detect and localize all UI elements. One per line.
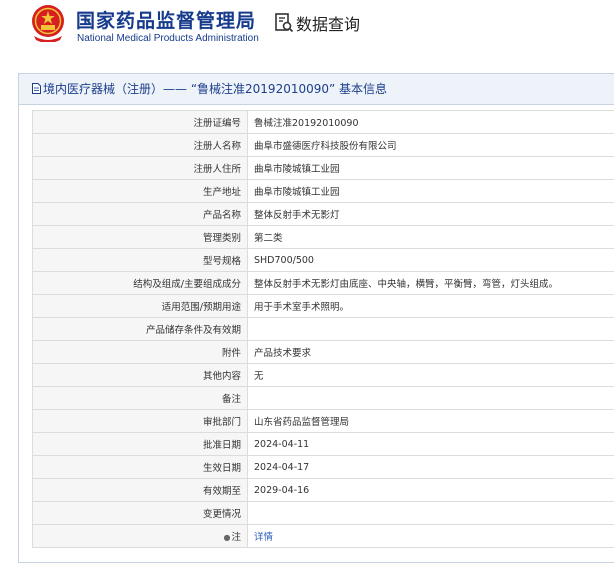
row-value	[248, 387, 614, 410]
data-query-label: 数据查询	[296, 11, 360, 35]
row-label: 注册人住所	[33, 157, 248, 180]
row-value: 详情	[248, 525, 614, 548]
row-label: 注册人名称	[33, 134, 248, 157]
row-value: 无	[248, 364, 614, 387]
table-row: 变更情况	[33, 502, 614, 525]
table-row: 型号规格 SHD700/500	[33, 249, 614, 272]
row-value: 2029-04-16	[248, 479, 614, 502]
row-value: 山东省药品监督管理局	[248, 410, 614, 433]
row-value: 产品技术要求	[248, 341, 614, 364]
row-value: 整体反射手术无影灯	[248, 203, 614, 226]
table-row: 有效期至 2029-04-16	[33, 479, 614, 502]
data-query-link[interactable]: 数据查询	[274, 11, 360, 35]
row-label: 附件	[33, 341, 248, 364]
table-row: 注册证编号 鲁械注准20192010090	[33, 111, 614, 134]
row-value: 2024-04-17	[248, 456, 614, 479]
row-label: 型号规格	[33, 249, 248, 272]
row-label: 适用范围/预期用途	[33, 295, 248, 318]
table-row: 批准日期 2024-04-11	[33, 433, 614, 456]
row-label: 备注	[33, 387, 248, 410]
table-row: 注册人名称 曲阜市盛德医疗科技股份有限公司	[33, 134, 614, 157]
row-label: 批准日期	[33, 433, 248, 456]
row-value	[248, 502, 614, 525]
row-label: 结构及组成/主要组成成分	[33, 272, 248, 295]
row-value: 鲁械注准20192010090	[248, 111, 614, 134]
row-value: 2024-04-11	[248, 433, 614, 456]
row-label-note: ●注	[33, 525, 248, 548]
registration-info-panel: 境内医疗器械（注册）—— “鲁械注准20192010090” 基本信息 注册证编…	[18, 73, 614, 563]
table-row: 产品名称 整体反射手术无影灯	[33, 203, 614, 226]
pin-icon: ●	[224, 533, 231, 542]
row-label: 生产地址	[33, 180, 248, 203]
table-row: ●注 详情	[33, 525, 614, 548]
row-label: 有效期至	[33, 479, 248, 502]
detail-link[interactable]: 详情	[254, 532, 273, 543]
table-row: 生效日期 2024-04-17	[33, 456, 614, 479]
table-row: 备注	[33, 387, 614, 410]
row-label: 变更情况	[33, 502, 248, 525]
panel-title: 境内医疗器械（注册）—— “鲁械注准20192010090” 基本信息	[43, 82, 387, 96]
table-row: 审批部门 山东省药品监督管理局	[33, 410, 614, 433]
row-value	[248, 318, 614, 341]
table-row: 生产地址 曲阜市陵城镇工业园	[33, 180, 614, 203]
row-label: 产品名称	[33, 203, 248, 226]
table-row: 产品储存条件及有效期	[33, 318, 614, 341]
org-name-en: National Medical Products Administration	[77, 33, 259, 44]
row-label: 生效日期	[33, 456, 248, 479]
row-value: 曲阜市盛德医疗科技股份有限公司	[248, 134, 614, 157]
note-label: 注	[231, 532, 241, 543]
row-label: 其他内容	[33, 364, 248, 387]
row-value: 曲阜市陵城镇工业园	[248, 180, 614, 203]
org-name-cn: 国家药品监督管理局	[76, 6, 256, 33]
registration-info-table: 注册证编号 鲁械注准20192010090 注册人名称 曲阜市盛德医疗科技股份有…	[32, 110, 614, 548]
table-row: 注册人住所 曲阜市陵城镇工业园	[33, 157, 614, 180]
row-label: 产品储存条件及有效期	[33, 318, 248, 341]
row-value: 整体反射手术无影灯由底座、中央轴，横臂，平衡臂，弯管，灯头组成。	[248, 272, 614, 295]
row-value: SHD700/500	[248, 249, 614, 272]
panel-title-bar: 境内医疗器械（注册）—— “鲁械注准20192010090” 基本信息	[19, 74, 614, 105]
row-label: 注册证编号	[33, 111, 248, 134]
search-doc-icon	[274, 12, 294, 34]
table-row: 适用范围/预期用途 用于手术室手术照明。	[33, 295, 614, 318]
row-label: 审批部门	[33, 410, 248, 433]
row-value: 曲阜市陵城镇工业园	[248, 157, 614, 180]
national-emblem-icon	[30, 4, 66, 42]
table-row: 附件 产品技术要求	[33, 341, 614, 364]
table-row: 其他内容 无	[33, 364, 614, 387]
site-header: 国家药品监督管理局 National Medical Products Admi…	[0, 0, 614, 66]
document-icon	[32, 83, 41, 94]
row-value: 用于手术室手术照明。	[248, 295, 614, 318]
row-label: 管理类别	[33, 226, 248, 249]
table-row: 结构及组成/主要组成成分 整体反射手术无影灯由底座、中央轴，横臂，平衡臂，弯管，…	[33, 272, 614, 295]
row-value: 第二类	[248, 226, 614, 249]
table-row: 管理类别 第二类	[33, 226, 614, 249]
